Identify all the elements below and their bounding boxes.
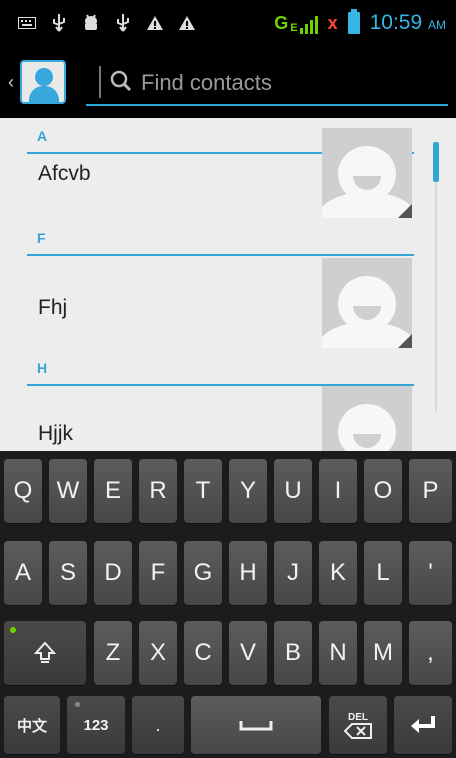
key-t[interactable]: T: [184, 459, 222, 523]
contacts-app-icon[interactable]: [20, 60, 66, 104]
numbers-indicator-icon: [75, 702, 80, 707]
action-bar: ‹: [0, 46, 456, 118]
contact-row[interactable]: Fhj: [0, 256, 456, 356]
signal-bars-icon: [299, 15, 318, 34]
section-letter: F: [37, 230, 46, 246]
key-r[interactable]: R: [139, 459, 177, 523]
key-n[interactable]: N: [319, 621, 357, 685]
shift-icon: [34, 641, 56, 663]
clock-time: 10:59: [369, 11, 423, 34]
key-m[interactable]: M: [364, 621, 402, 685]
key-v[interactable]: V: [229, 621, 267, 685]
key-q[interactable]: Q: [4, 459, 42, 523]
key-b[interactable]: B: [274, 621, 312, 685]
enter-key[interactable]: [394, 696, 452, 754]
section-header-h: H: [27, 350, 414, 386]
key-x[interactable]: X: [139, 621, 177, 685]
numbers-key-label: 123: [83, 716, 109, 734]
contact-name: Hjjk: [38, 422, 73, 445]
clock-ampm: AM: [428, 18, 446, 32]
key-j[interactable]: J: [274, 541, 312, 605]
key-apostrophe[interactable]: ': [409, 541, 452, 605]
delete-key-label: DEL: [348, 711, 368, 723]
enter-icon: [411, 716, 435, 733]
keyboard-notification-icon: [18, 14, 36, 32]
usb-icon: [50, 14, 68, 32]
key-c[interactable]: C: [184, 621, 222, 685]
key-w[interactable]: W: [49, 459, 87, 523]
contact-avatar[interactable]: [322, 128, 412, 218]
contact-avatar[interactable]: [322, 386, 412, 451]
contact-list[interactable]: A Afcvb F Fhj H Hjjk: [0, 118, 456, 451]
key-d[interactable]: D: [94, 541, 132, 605]
status-bar: G E x 10:59 AM: [0, 0, 456, 46]
key-p[interactable]: P: [409, 459, 452, 523]
clock: 10:59 AM: [370, 11, 446, 35]
key-s[interactable]: S: [49, 541, 87, 605]
search-icon: [110, 70, 132, 92]
key-k[interactable]: K: [319, 541, 357, 605]
network-signal: G E: [274, 12, 318, 34]
space-key[interactable]: [191, 696, 321, 754]
shift-indicator-icon: [10, 627, 16, 633]
up-navigation-icon[interactable]: ‹: [8, 72, 14, 93]
android-debug-icon: [82, 14, 100, 32]
contact-name: Afcvb: [38, 162, 91, 185]
key-g[interactable]: G: [184, 541, 222, 605]
key-comma[interactable]: ,: [409, 621, 452, 685]
delete-key[interactable]: DEL: [329, 696, 387, 754]
key-l[interactable]: L: [364, 541, 402, 605]
sim-error-icon: x: [327, 12, 338, 33]
key-a[interactable]: A: [4, 541, 42, 605]
key-o[interactable]: O: [364, 459, 402, 523]
network-type-superscript: E: [290, 21, 298, 34]
space-bar-icon: [239, 721, 273, 731]
warning-icon: [146, 14, 164, 32]
battery-icon: [347, 9, 360, 34]
search-field[interactable]: [86, 64, 448, 106]
warning-icon-2: [178, 14, 196, 32]
notification-icons: [18, 0, 196, 46]
section-letter: H: [37, 360, 48, 376]
period-key[interactable]: .: [132, 696, 184, 754]
section-header-f: F: [27, 220, 414, 256]
numbers-key[interactable]: 123: [67, 696, 125, 754]
key-f[interactable]: F: [139, 541, 177, 605]
key-y[interactable]: Y: [229, 459, 267, 523]
shift-key[interactable]: [4, 621, 86, 685]
key-z[interactable]: Z: [94, 621, 132, 685]
status-indicators: G E x 10:59 AM: [274, 0, 446, 46]
key-e[interactable]: E: [94, 459, 132, 523]
soft-keyboard: Q W E R T Y U I O P A S D F G H J K L ' …: [0, 451, 456, 758]
language-key[interactable]: 中文: [4, 696, 60, 754]
contact-row[interactable]: Hjjk: [0, 386, 456, 451]
network-type: G: [274, 12, 289, 33]
contact-row[interactable]: Afcvb: [0, 118, 456, 218]
key-i[interactable]: I: [319, 459, 357, 523]
search-input[interactable]: [141, 66, 441, 100]
backspace-icon: [344, 722, 372, 739]
key-u[interactable]: U: [274, 459, 312, 523]
key-h[interactable]: H: [229, 541, 267, 605]
contact-avatar[interactable]: [322, 258, 412, 348]
contact-name: Fhj: [38, 296, 68, 319]
usb-icon-2: [114, 14, 132, 32]
